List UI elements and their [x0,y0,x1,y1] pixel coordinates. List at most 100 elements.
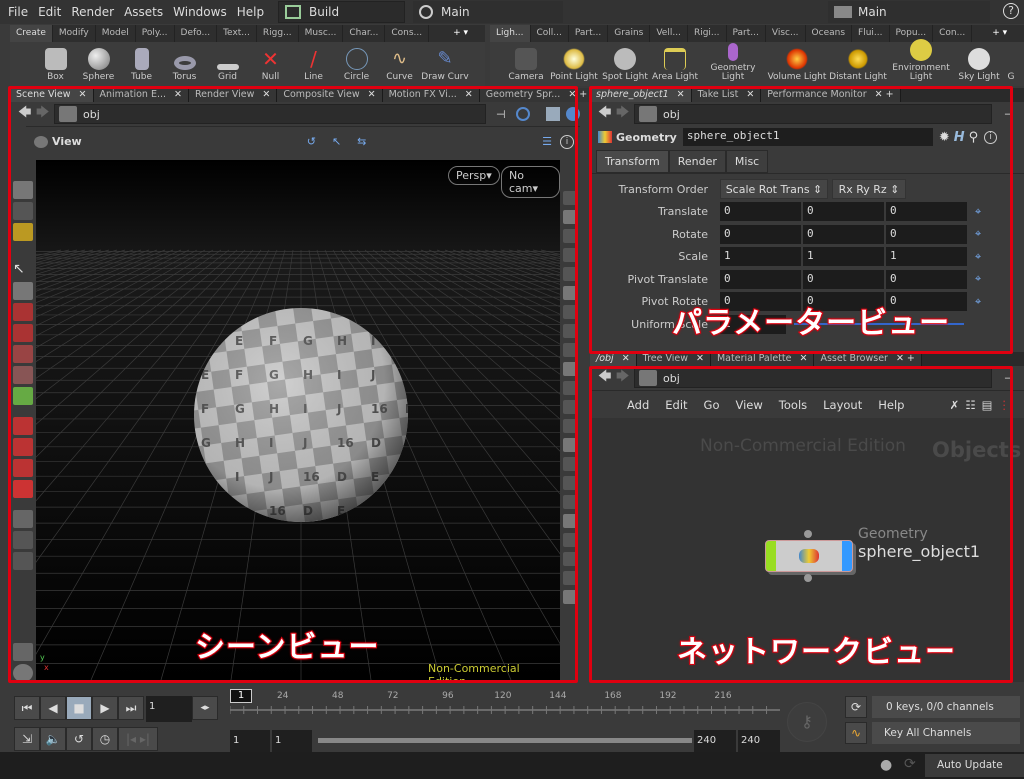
handle-tool-icon[interactable] [13,387,33,405]
tab-material-palette[interactable]: Material Palette ✕ [710,352,815,366]
shelf-tab[interactable]: Rigi... [688,25,727,42]
gear-icon[interactable]: ✹ [939,130,950,145]
shelf-tab[interactable]: Musc... [299,25,344,42]
range-start2-field[interactable]: 1 [272,730,312,752]
key-all-channels-select[interactable]: Key All Channels [872,722,1020,744]
tab-misc[interactable]: Misc [725,150,769,173]
param-field[interactable]: 0 [720,202,801,222]
range-start-field[interactable]: 1 [230,730,270,752]
channel-sync-icon[interactable]: ⟳ [845,696,867,718]
jump-start-icon[interactable]: ⏮ [14,696,40,720]
key-icon[interactable]: ⚷ [787,702,827,742]
take-select[interactable]: Main [828,1,990,23]
viewport-option-icon[interactable] [563,267,577,281]
menu-edit[interactable]: Edit [38,5,61,19]
list-icon[interactable]: ▤ [982,398,993,412]
param-path-field[interactable]: obj [634,104,992,124]
camera-lens-icon[interactable] [13,552,33,570]
snap-grid-icon[interactable] [13,417,33,435]
shelf-tab[interactable]: Rigg... [257,25,299,42]
node-name-field[interactable]: sphere_object1 [682,128,933,146]
net-menu-layout[interactable]: Layout [823,398,862,412]
range-end2-field[interactable]: 240 [738,730,780,752]
pin-icon[interactable]: ⊣ [496,108,516,121]
shelf-tab[interactable]: Vell... [650,25,688,42]
net-menu-tools[interactable]: Tools [779,398,807,412]
loop-icon[interactable]: ↺ [66,727,92,751]
tab-tree-view[interactable]: Tree View ✕ [636,352,711,366]
tool-volume-light[interactable]: Volume Light [766,48,828,86]
select-icon[interactable]: ↖ [332,135,341,148]
viewport-option-icon[interactable] [563,286,577,300]
param-field[interactable]: 0 [803,269,884,289]
shelf-tab[interactable]: Part... [569,25,609,42]
scene-path-field[interactable]: obj [54,104,486,124]
node-sphere-object1[interactable] [765,540,853,572]
keys-info[interactable]: 0 keys, 0/0 channels [872,696,1020,718]
tool-circle[interactable]: Circle [335,48,378,86]
orbit-icon[interactable]: ↺ [307,135,316,148]
handle-icon[interactable]: ⌖ [975,250,981,264]
timeline-ruler[interactable]: 24 48 72 96 120 144 168 192 216 [230,686,780,720]
viewport-option-icon[interactable] [563,457,577,471]
menu-assets[interactable]: Assets [124,5,163,19]
camera-menu[interactable]: No cam▾ [501,166,560,198]
viewport-option-icon[interactable] [563,191,577,205]
transform-order-select[interactable]: Scale Rot Trans ⇕ [720,179,828,200]
tool-draw-curve[interactable]: ✎ Draw Curv [421,48,469,86]
render-flag[interactable] [842,541,852,571]
tool-sky-light[interactable]: Sky Light [954,48,1004,86]
shelf-tab[interactable]: Grains [608,25,651,42]
tool-sphere[interactable]: Sphere [77,48,120,86]
clock-icon[interactable]: ◷ [92,727,118,751]
current-frame-field[interactable]: 1 [146,696,192,722]
auto-update-select[interactable]: Auto Update [925,754,1024,777]
menu-render[interactable]: Render [71,5,114,19]
shelf-tab[interactable]: Flui... [852,25,890,42]
scale-tool-icon[interactable] [13,345,33,363]
param-field[interactable]: 0 [886,224,967,244]
key-nav-icon[interactable]: |◂ ▸| [118,727,158,751]
shelf-tab[interactable]: Coll... [531,25,569,42]
tool-torus[interactable]: Torus [163,50,206,86]
tool-camera[interactable]: Camera [504,48,548,86]
info-icon[interactable]: i [984,130,998,144]
viewport-option-icon[interactable] [563,400,577,414]
viewport-3d[interactable]: DEFGHIJEFGHIJ16FGHIJ16DGHIJ16DEHIJ16DEFI… [36,160,560,680]
back-icon[interactable]: 🡄 [18,103,36,125]
viewport-option-icon[interactable] [563,248,577,262]
move-tool-icon[interactable] [13,303,33,321]
menu-file[interactable]: File [8,5,28,19]
tool-area-light[interactable]: Area Light [650,48,700,86]
tab-performance-monitor[interactable]: Performance Monitor ✕ + [761,88,901,102]
range-slider[interactable] [318,738,692,743]
shelf-tab[interactable]: Char... [343,25,386,42]
tab-motion-fx[interactable]: Motion FX Vi... ✕ [382,88,480,102]
desktop-select[interactable]: Build [278,1,405,23]
forward-icon[interactable]: 🡆 [36,103,54,125]
pin-icon[interactable]: ⊣ [1004,372,1024,385]
audio-icon[interactable]: 🔈 [40,727,66,751]
viewport-option-icon[interactable] [563,419,577,433]
handle-icon[interactable]: ⌖ [975,272,981,286]
param-field[interactable]: 0 [803,202,884,222]
tab-render-view[interactable]: Render View ✕ [188,88,278,102]
pose-tool-icon[interactable] [13,366,33,384]
help-h-icon[interactable]: H [954,130,965,145]
tool-distant-light[interactable]: Distant Light [828,48,888,86]
forward-icon[interactable]: 🡆 [616,367,634,389]
tab-scene-view[interactable]: Scene View ✕ [10,88,94,102]
tab-render[interactable]: Render [668,150,726,173]
tool-tube[interactable]: Tube [120,48,163,86]
handle-icon[interactable]: ⌖ [975,227,981,241]
viewport-option-icon[interactable] [563,552,577,566]
shelf-tab[interactable]: Defo... [175,25,218,42]
tool-line[interactable]: / Line [292,48,335,86]
tab-asset-browser[interactable]: Asset Browser ✕ + [814,352,922,366]
shelf-tab[interactable]: Oceans [806,25,853,42]
shelf-tab[interactable]: Model [96,25,136,42]
net-menu-help[interactable]: Help [878,398,904,412]
shelf-tab[interactable]: Visc... [766,25,806,42]
film-reel-icon[interactable] [13,664,33,682]
settings-shelf-icon[interactable] [13,643,33,661]
